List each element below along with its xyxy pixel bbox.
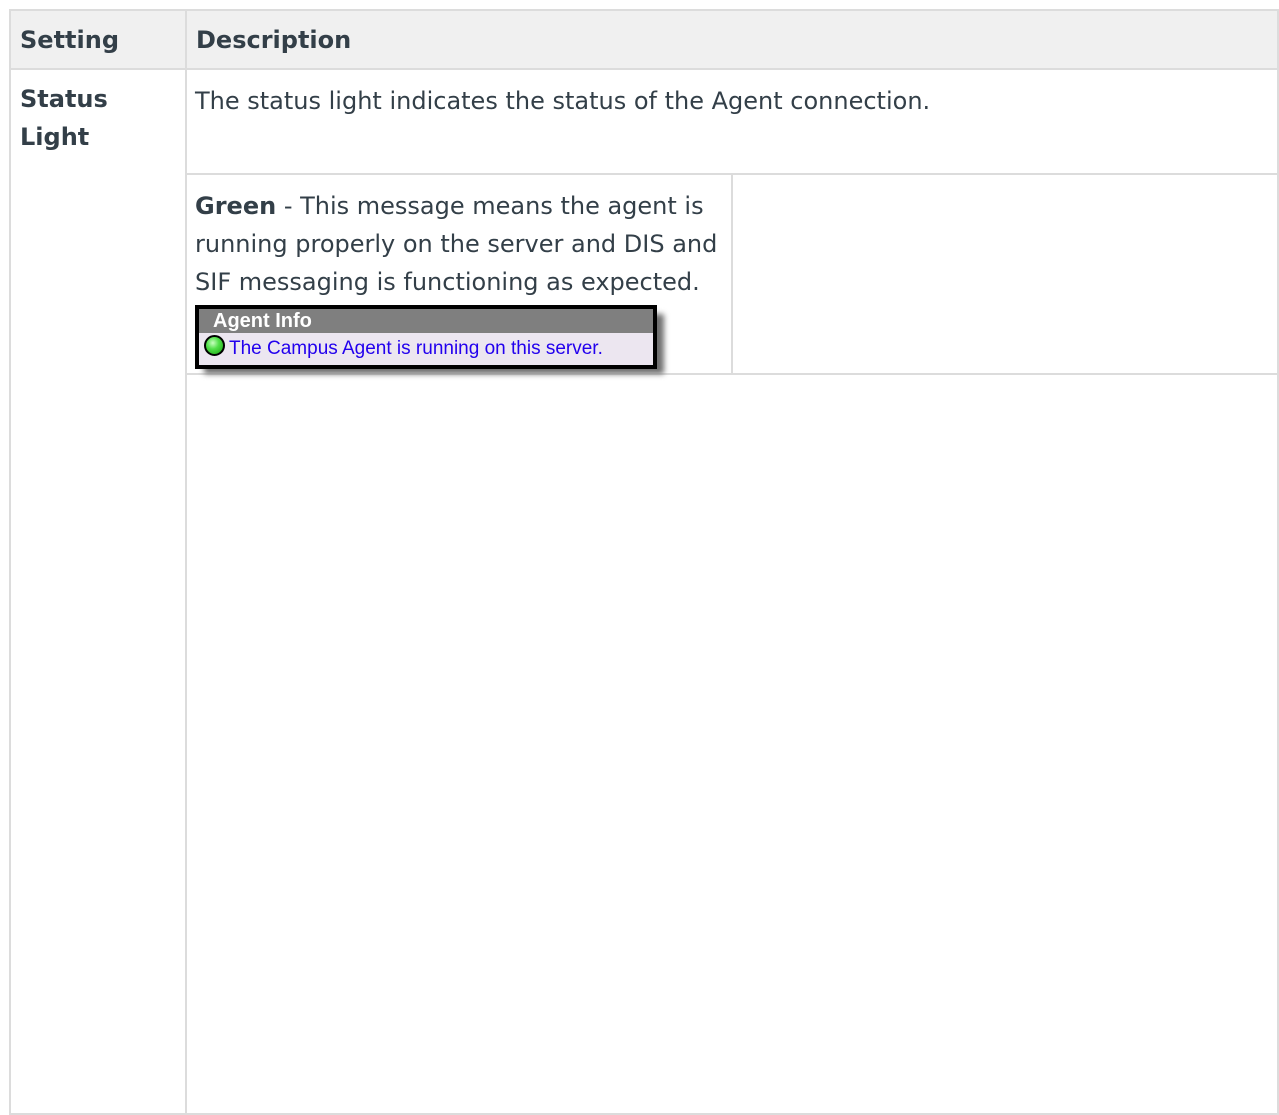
- state-description: Green - This message means the agent is …: [195, 187, 723, 301]
- table-header-row: Setting Description: [9, 9, 1279, 70]
- description-cell: The status light indicates the status of…: [185, 68, 1279, 1115]
- agent-info-header: Agent Info: [199, 309, 653, 333]
- header-setting: Setting: [9, 9, 187, 70]
- empty-edge-cell: [731, 174, 1277, 375]
- green-status-light-icon: [204, 335, 225, 356]
- header-description: Description: [185, 9, 1279, 70]
- description-row: The status light indicates the status of…: [187, 70, 1277, 175]
- agent-info-body: The Campus Agent is running on this serv…: [199, 333, 653, 365]
- table-row: Status Light The status light indicates …: [9, 68, 1279, 1115]
- state-label: Green: [195, 192, 277, 220]
- agent-info-panel: Agent Info The Campus Agent is running o…: [195, 305, 657, 369]
- state-cell-green: Green - This message means the agent is …: [187, 174, 732, 375]
- settings-table: Setting Description Status Light The sta…: [9, 9, 1279, 1115]
- setting-name: Status Light: [9, 68, 187, 1115]
- state-row-green: Green - This message means the agent is …: [187, 174, 1277, 375]
- nested-description-table: The status light indicates the status of…: [187, 70, 1277, 375]
- agent-status-message: The Campus Agent is running on this serv…: [229, 338, 603, 359]
- description-text: The status light indicates the status of…: [187, 70, 1277, 175]
- agent-info-screenshot: Agent Info The Campus Agent is running o…: [195, 305, 664, 374]
